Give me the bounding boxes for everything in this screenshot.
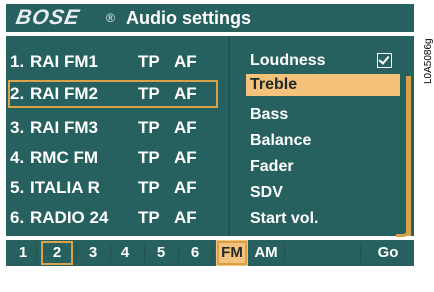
station-row-6[interactable]: 6. RADIO 24 TP AF	[10, 206, 216, 230]
bar-separator	[178, 244, 179, 262]
station-name: RMC FM	[30, 148, 98, 167]
af-indicator: AF	[174, 52, 197, 71]
tp-indicator: TP	[138, 84, 160, 103]
bar-separator	[360, 244, 361, 262]
menu-item-treble[interactable]: Treble	[246, 74, 400, 96]
menu-item-label: Start vol.	[250, 210, 319, 227]
station-name: ITALIA R	[30, 178, 100, 197]
af-indicator: AF	[174, 84, 197, 103]
brand-logo: BOSE	[14, 6, 82, 29]
panel-divider	[228, 36, 230, 236]
band-fm-button[interactable]: FM	[216, 240, 248, 266]
menu-item-bass[interactable]: Bass	[246, 104, 400, 126]
tp-indicator: TP	[138, 118, 160, 137]
menu-item-label: SDV	[250, 184, 283, 201]
figure-code: L0A5086g	[423, 38, 434, 84]
station-name: RAI FM1	[30, 52, 98, 71]
station-number: 1.	[10, 52, 25, 71]
af-indicator: AF	[174, 178, 197, 197]
main-panel: 1. RAI FM1 TP AF 2. RAI FM2 TP AF 3. RAI…	[6, 36, 414, 237]
page-title: Audio settings	[126, 8, 251, 28]
tp-indicator: TP	[138, 148, 160, 167]
preset-button-5[interactable]: 5	[148, 240, 174, 266]
tp-indicator: TP	[138, 178, 160, 197]
af-indicator: AF	[174, 118, 197, 137]
bar-separator	[284, 244, 285, 262]
menu-item-label: Bass	[250, 106, 289, 123]
tp-indicator: TP	[138, 52, 160, 71]
station-number: 4.	[10, 148, 25, 167]
station-number: 2.	[10, 84, 25, 103]
menu-scrollbar[interactable]	[406, 76, 411, 236]
station-name: RAI FM2	[30, 84, 98, 103]
station-name: RADIO 24	[30, 208, 109, 227]
bar-separator	[212, 244, 213, 262]
menu-item-loudness[interactable]: Loudness	[246, 50, 400, 72]
bar-separator	[76, 244, 77, 262]
preset-button-4[interactable]: 4	[112, 240, 138, 266]
station-row-2[interactable]: 2. RAI FM2 TP AF	[8, 80, 218, 108]
menu-item-label: Balance	[250, 132, 312, 149]
station-number: 6.	[10, 208, 25, 227]
go-back-button[interactable]: Go back	[362, 240, 414, 287]
loudness-checkbox[interactable]	[377, 53, 392, 68]
station-number: 3.	[10, 118, 25, 137]
header-bar: BOSE ® Audio settings	[6, 4, 414, 32]
station-name: RAI FM3	[30, 118, 98, 137]
station-row-5[interactable]: 5. ITALIA R TP AF	[10, 176, 216, 200]
tp-indicator: TP	[138, 208, 160, 227]
af-indicator: AF	[174, 148, 197, 167]
bottom-bar: 1 2 3 4 5 6 FM AM Go back	[6, 240, 414, 287]
preset-button-2[interactable]: 2	[40, 240, 74, 266]
preset-button-1[interactable]: 1	[10, 240, 36, 266]
radio-display: BOSE ® Audio settings 1. RAI FM1 TP AF 2…	[0, 0, 420, 287]
menu-item-sdv[interactable]: SDV	[246, 182, 400, 204]
bar-separator	[36, 244, 37, 262]
menu-item-label: Treble	[250, 76, 298, 93]
menu-item-balance[interactable]: Balance	[246, 130, 400, 152]
menu-item-fader[interactable]: Fader	[246, 156, 400, 178]
preset-button-6[interactable]: 6	[182, 240, 208, 266]
menu-item-start-vol[interactable]: Start vol.	[246, 208, 400, 230]
menu-item-label: Fader	[250, 158, 294, 175]
station-row-3[interactable]: 3. RAI FM3 TP AF	[10, 116, 216, 140]
station-row-1[interactable]: 1. RAI FM1 TP AF	[10, 50, 216, 74]
bar-separator	[144, 244, 145, 262]
menu-item-label: Loudness	[250, 52, 326, 69]
registered-mark: ®	[106, 11, 115, 25]
station-row-4[interactable]: 4. RMC FM TP AF	[10, 146, 216, 170]
preset-button-3[interactable]: 3	[80, 240, 106, 266]
bar-separator	[110, 244, 111, 262]
station-number: 5.	[10, 178, 25, 197]
af-indicator: AF	[174, 208, 197, 227]
band-am-button[interactable]: AM	[250, 240, 282, 266]
